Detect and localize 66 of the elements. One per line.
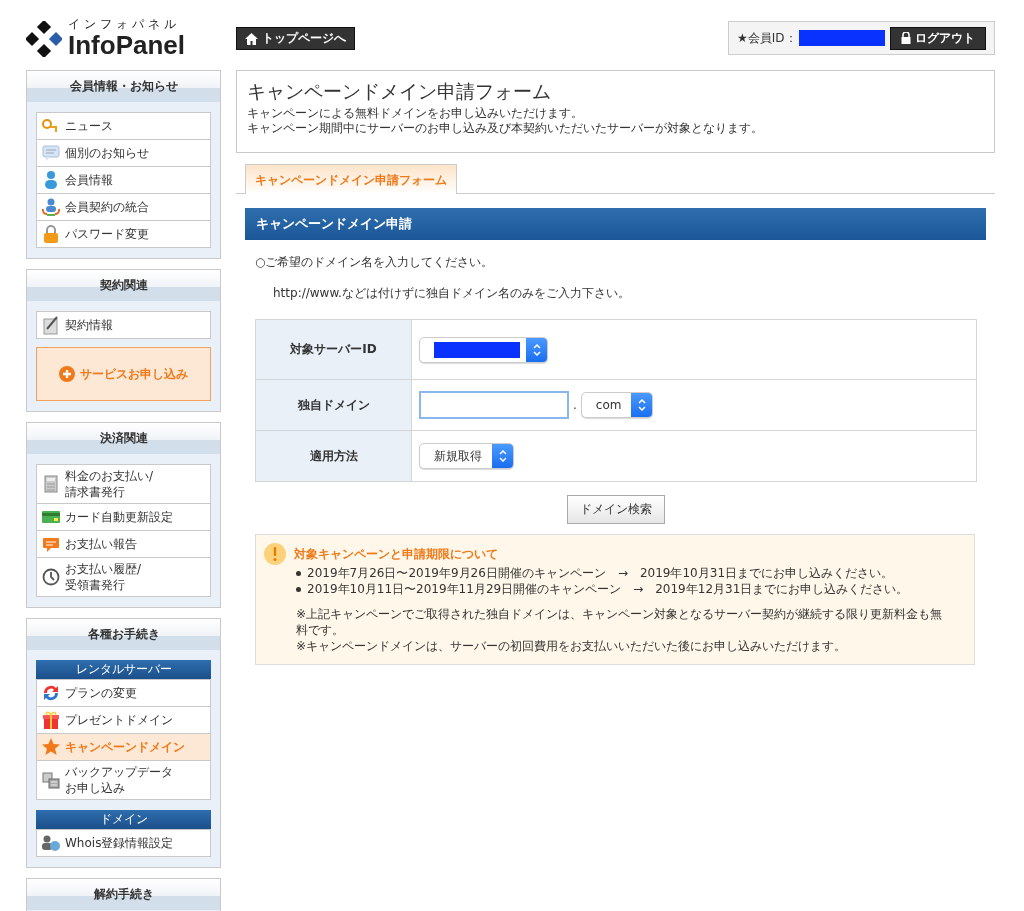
instruction-text: http://www.などは付けずに独自ドメイン名のみをご入力下さい。 [273,285,631,302]
notice-title: 対象キャンペーンと申請期限について [294,545,498,563]
sidebar-group-heading: レンタルサーバー [36,660,211,679]
domain-search-button[interactable]: ドメイン検索 [566,495,665,524]
select-field[interactable]: 新規取得 [419,443,514,469]
sidebar-heading: 会員情報・お知らせ [27,71,220,102]
updown-arrows-icon [637,399,646,411]
tld-select[interactable]: com [580,392,654,418]
sidebar-item[interactable]: 契約情報 [36,311,211,339]
notice-item: 2019年10月11日〜2019年11月29日開催のキャンペーン → 2019年12月31日までにお申し込みください。 [307,581,909,597]
form-label: 独自ドメイン [256,380,412,430]
bullet-icon [296,586,301,592]
usercircle-icon [41,833,61,853]
sidebar-item[interactable]: お支払い履歴/ 受領書発行 [36,558,211,597]
plus-icon [59,366,75,382]
lock-icon [41,224,61,244]
arrows-icon [41,683,61,703]
home-icon [245,32,258,45]
updown-arrows-icon [498,450,507,462]
bullet-icon [296,570,301,576]
doc-icon [41,315,61,335]
clock-icon [41,567,61,587]
top-page-button[interactable]: トップページへ [236,27,355,50]
sidebar-item[interactable]: パスワード変更 [36,221,211,248]
sidebar-item[interactable]: カード自動更新設定 [36,504,211,531]
chat-icon [41,143,61,163]
domain-separator: . [573,398,577,412]
form-label: 適用方法 [256,431,412,481]
updown-arrows-icon [532,343,541,356]
lock-icon [901,32,911,44]
sidebar-item[interactable]: 料金のお支払い/ 請求書発行 [36,464,211,504]
page-description: キャンペーン期間中にサーバーのお申し込み及び本契約いただいたサーバーが対象となります。 [247,121,764,136]
form-label: 対象サーバーID [256,320,412,379]
sidebar-item[interactable]: 会員情報 [36,167,211,194]
sidebar-item[interactable]: ニュース [36,112,211,140]
logo-name: InfoPanel [68,31,185,59]
page-title: キャンペーンドメイン申請フォーム [247,79,552,103]
sidebar-item[interactable]: お支払い報告 [36,531,211,558]
gift-icon [41,710,61,730]
sidebar-item[interactable]: 個別のお知らせ [36,140,211,167]
domain-input[interactable] [419,391,569,419]
member-id-label: ★会員ID： [737,29,797,47]
sidebar-heading: 契約関連 [27,270,220,301]
notice-note: ※上記キャンペーンでご取得された独自ドメインは、キャンペーン対象となるサーバー契約が継続する限り更新料金も無料です。 [296,606,944,638]
notice-note: ※キャンペーンドメインは、サーバーの初回費用をお支払いいただいた後にお申し込みいただけます。 [296,638,848,654]
sidebar-heading: 決済関連 [27,423,220,454]
warning-icon [264,543,286,565]
sidebar-group-heading: ドメイン [36,810,211,829]
sidebar-item[interactable]: バックアップデータ お申し込み [36,761,211,800]
sidebar-item[interactable]: プランの変更 [36,679,211,707]
logout-button[interactable]: ログアウト [890,26,986,50]
section-title: キャンペーンドメイン申請 [245,208,986,240]
logo-kana: インフォパネル [68,18,181,31]
select-field[interactable] [419,336,548,363]
sidebar-item[interactable]: プレゼントドメイン [36,707,211,734]
sidebar-item[interactable]: 会員契約の統合 [36,194,211,221]
sidebar-item[interactable]: Whois登録情報設定 [36,829,211,857]
instruction-text: ○ご希望のドメイン名を入力してください。 [255,254,495,271]
logo-icon [26,20,62,57]
page-description: キャンペーンによる無料ドメインをお申し込みいただけます。 [247,106,584,121]
people-icon [41,197,61,217]
sidebar-heading: 各種お手続き [27,619,220,650]
notice-item: 2019年7月26日〜2019年9月26日開催のキャンペーン → 2019年10月31日までにお申し込みください。 [307,565,894,581]
calc-icon [41,474,61,494]
star-icon [41,737,61,757]
sidebar-heading: 解約手続き [27,879,220,910]
